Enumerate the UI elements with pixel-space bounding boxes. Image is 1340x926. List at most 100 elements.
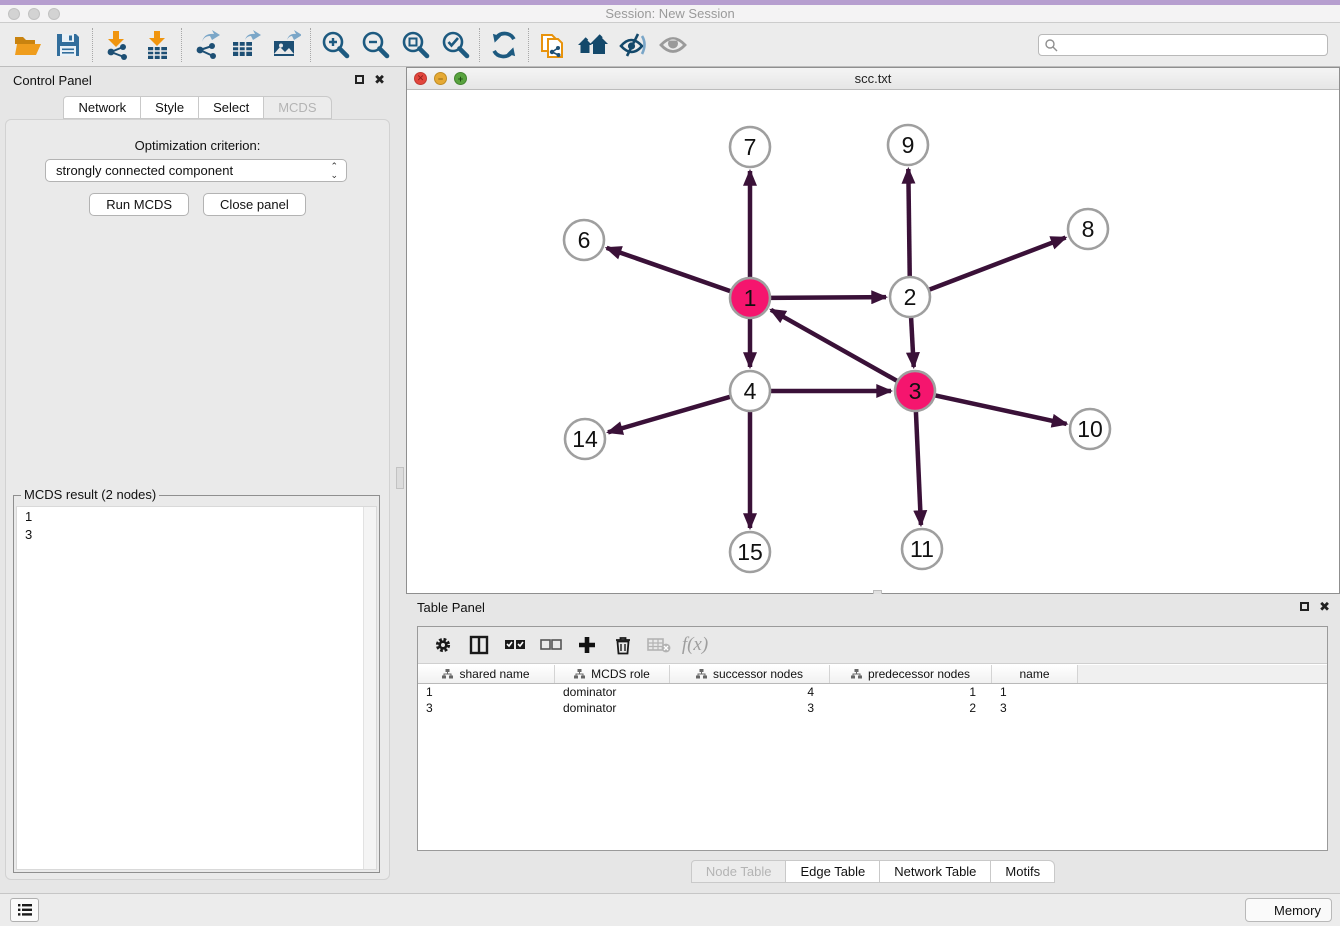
edge-4-14[interactable] (608, 396, 732, 432)
column-header-predecessor-nodes[interactable]: predecessor nodes (830, 665, 992, 683)
mcds-result-item[interactable]: 1 (17, 507, 376, 525)
node-7[interactable]: 7 (730, 127, 770, 167)
add-column-button[interactable] (572, 630, 602, 660)
column-label: shared name (459, 667, 529, 681)
table-cell[interactable]: 4 (670, 684, 830, 700)
table-row[interactable]: 1dominator411 (418, 684, 1327, 700)
column-header-mcds-role[interactable]: MCDS role (555, 665, 670, 683)
first-neighbors-button[interactable] (573, 27, 613, 63)
table-cell[interactable]: 3 (418, 700, 555, 716)
float-panel-icon[interactable] (355, 75, 364, 84)
node-3[interactable]: 3 (895, 371, 935, 411)
table-cell[interactable]: 3 (670, 700, 830, 716)
node-2[interactable]: 2 (890, 277, 930, 317)
edge-2-3[interactable] (911, 316, 914, 367)
hide-selected-button[interactable] (613, 27, 653, 63)
window-titlebar: Session: New Session (0, 5, 1340, 23)
tab-node-table[interactable]: Node Table (691, 860, 787, 883)
close-table-panel-icon[interactable]: ✖ (1319, 601, 1330, 612)
export-network-button[interactable] (186, 27, 226, 63)
task-history-button[interactable] (10, 898, 39, 922)
network-window-titlebar[interactable]: ✕ − + scc.txt (407, 68, 1339, 90)
node-label: 10 (1077, 416, 1103, 442)
edge-2-8[interactable] (928, 238, 1066, 291)
tab-network-table[interactable]: Network Table (880, 860, 991, 883)
apply-function-button[interactable]: f(x) (680, 630, 710, 660)
search-input[interactable] (1038, 34, 1328, 56)
select-all-columns-button[interactable] (500, 630, 530, 660)
edge-1-6[interactable] (607, 248, 732, 292)
zoom-selected-button[interactable] (435, 27, 475, 63)
edge-1-2[interactable] (769, 297, 886, 298)
column-label: name (1019, 667, 1049, 681)
table-cell[interactable]: dominator (555, 700, 670, 716)
toolbar-separator (310, 28, 311, 62)
mcds-result-item[interactable]: 3 (17, 525, 376, 543)
node-11[interactable]: 11 (902, 529, 942, 569)
deselect-all-columns-button[interactable] (536, 630, 566, 660)
column-header-shared-name[interactable]: shared name (418, 665, 555, 683)
show-all-button[interactable] (653, 27, 693, 63)
network-graph: 7 9 6 8 1 2 4 3 14 10 15 11 (407, 90, 1339, 594)
delete-column-button[interactable] (608, 630, 638, 660)
node-10[interactable]: 10 (1070, 409, 1110, 449)
table-row[interactable]: 3dominator323 (418, 700, 1327, 716)
zoom-in-button[interactable] (315, 27, 355, 63)
table-cell[interactable]: 1 (830, 684, 992, 700)
criterion-select[interactable]: strongly connected component ⌃⌄ (45, 159, 347, 182)
table-cell[interactable]: dominator (555, 684, 670, 700)
tab-network[interactable]: Network (63, 96, 141, 119)
table-cell[interactable]: 2 (830, 700, 992, 716)
close-panel-button[interactable]: Close panel (203, 193, 306, 216)
export-image-icon (271, 30, 301, 60)
float-table-panel-icon[interactable] (1300, 602, 1309, 611)
table-cell[interactable]: 1 (992, 684, 1078, 700)
node-4[interactable]: 4 (730, 371, 770, 411)
close-panel-icon[interactable]: ✖ (374, 74, 385, 85)
mcds-tab-content: Optimization criterion: strongly connect… (5, 119, 390, 880)
destroy-table-button[interactable] (644, 630, 674, 660)
column-header-name[interactable]: name (992, 665, 1078, 683)
table-cell[interactable]: 3 (992, 700, 1078, 716)
result-scrollbar[interactable] (363, 507, 376, 869)
node-14[interactable]: 14 (565, 419, 605, 459)
tab-edge-table[interactable]: Edge Table (786, 860, 880, 883)
tab-mcds[interactable]: MCDS (264, 96, 331, 119)
column-header-successor-nodes[interactable]: successor nodes (670, 665, 830, 683)
splitter-handle[interactable] (396, 467, 404, 489)
node-6[interactable]: 6 (564, 220, 604, 260)
node-8[interactable]: 8 (1068, 209, 1108, 249)
tab-select[interactable]: Select (199, 96, 264, 119)
tab-motifs[interactable]: Motifs (991, 860, 1055, 883)
edge-3-11[interactable] (916, 410, 921, 525)
memory-button[interactable]: Memory (1245, 898, 1332, 922)
node-15[interactable]: 15 (730, 532, 770, 572)
show-column-button[interactable] (464, 630, 494, 660)
edge-2-9[interactable] (908, 169, 909, 278)
table-options-button[interactable] (428, 630, 458, 660)
node-label: 7 (744, 134, 757, 160)
run-mcds-button[interactable]: Run MCDS (89, 193, 189, 216)
node-9[interactable]: 9 (888, 125, 928, 165)
mcds-result-list[interactable]: 13 (16, 506, 377, 870)
export-image-button[interactable] (266, 27, 306, 63)
zoom-out-button[interactable] (355, 27, 395, 63)
open-session-button[interactable] (8, 27, 48, 63)
save-session-button[interactable] (48, 27, 88, 63)
import-network-button[interactable] (97, 27, 137, 63)
apply-layout-button[interactable] (484, 27, 524, 63)
edge-3-1[interactable] (771, 310, 899, 382)
table-cell[interactable]: 1 (418, 684, 555, 700)
import-table-button[interactable] (137, 27, 177, 63)
control-panel: Control Panel ✖ NetworkStyleSelectMCDS O… (0, 67, 395, 893)
table-tabs: Node TableEdge TableNetwork TableMotifs (406, 860, 1340, 883)
network-canvas[interactable]: 7 9 6 8 1 2 4 3 14 10 15 11 (407, 90, 1339, 593)
export-table-button[interactable] (226, 27, 266, 63)
list-icon (17, 903, 33, 917)
node-1[interactable]: 1 (730, 278, 770, 318)
panel-splitter[interactable] (395, 67, 406, 893)
new-network-from-selection-button[interactable] (533, 27, 573, 63)
tab-style[interactable]: Style (141, 96, 199, 119)
edge-3-10[interactable] (934, 395, 1067, 424)
zoom-fit-button[interactable] (395, 27, 435, 63)
